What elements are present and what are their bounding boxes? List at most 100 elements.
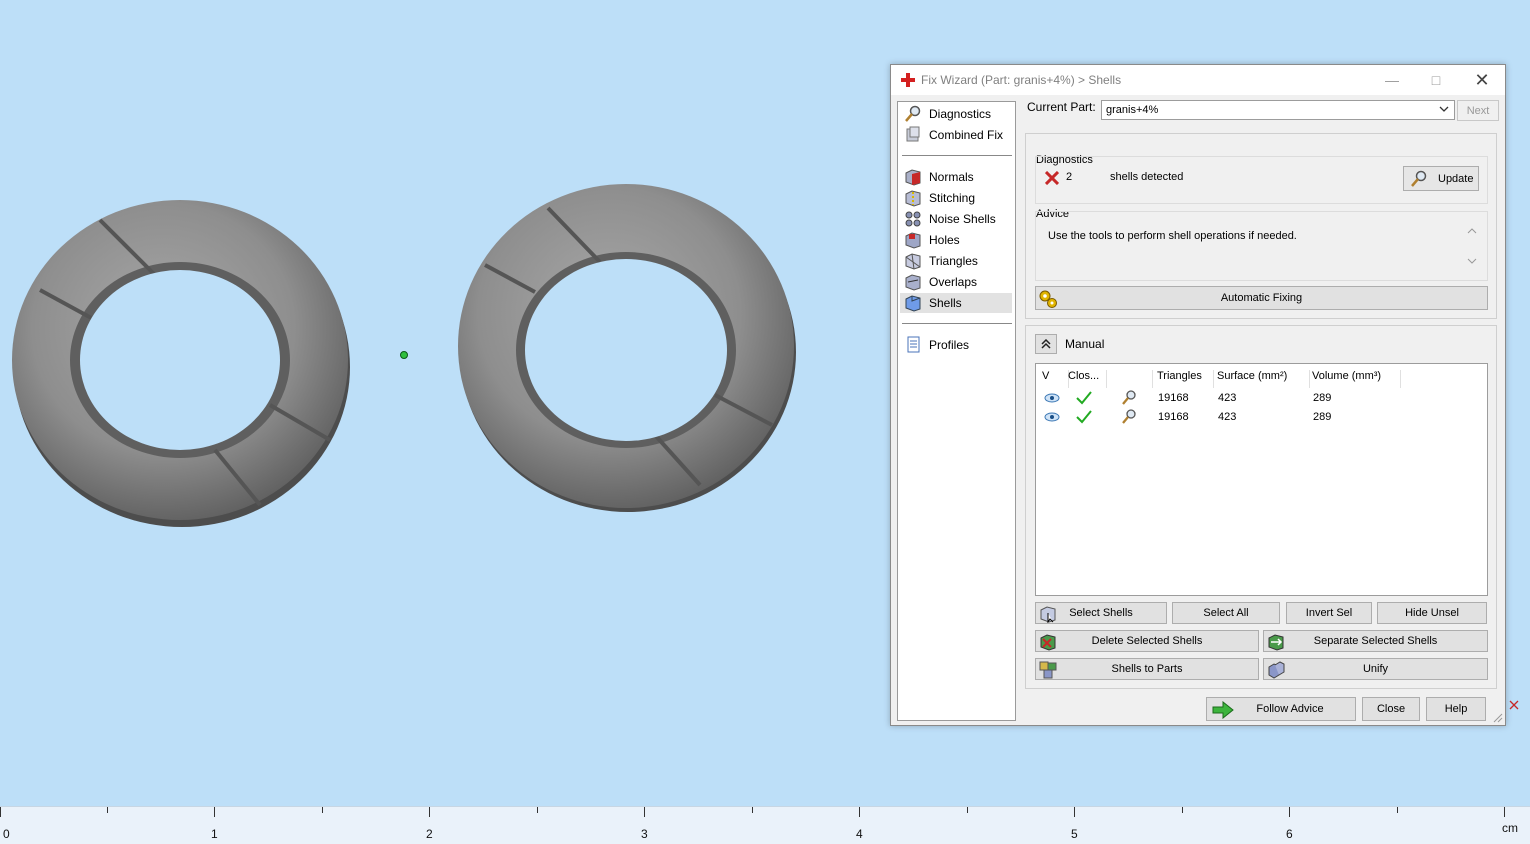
diagnostics-box: 2 shells detected Update — [1035, 156, 1488, 204]
manual-group: Manual V Clos... Triangles Surface (mm²)… — [1025, 325, 1497, 689]
nav-divider — [902, 155, 1012, 156]
ruler-unit: cm — [1502, 821, 1518, 835]
ruler-label-0: 0 — [3, 827, 10, 841]
eye-icon[interactable] — [1044, 392, 1060, 404]
current-part-select[interactable]: granis+4% — [1101, 100, 1455, 120]
next-button[interactable]: Next — [1457, 100, 1499, 121]
cell-triangles: 19168 — [1158, 392, 1189, 404]
nav-item-overlaps[interactable]: Overlaps — [900, 272, 1012, 292]
close-button[interactable]: Close — [1362, 697, 1420, 721]
update-button[interactable]: Update — [1403, 166, 1479, 191]
separate-selected-shells-button[interactable]: Separate Selected Shells — [1263, 630, 1488, 652]
shells-to-parts-label: Shells to Parts — [1111, 663, 1183, 675]
nav-label: Triangles — [929, 254, 978, 268]
unify-button[interactable]: Unify — [1263, 658, 1488, 680]
inspect-magnifier-icon[interactable] — [1121, 390, 1137, 406]
nav-item-shells[interactable]: Shells — [900, 293, 1012, 313]
shells-table: V Clos... Triangles Surface (mm²) Volume… — [1035, 363, 1488, 596]
error-x-icon — [1045, 171, 1059, 185]
minimize-button[interactable]: — — [1369, 65, 1415, 95]
nav-item-diagnostics[interactable]: Diagnostics — [900, 104, 1012, 124]
collapse-manual-button[interactable] — [1035, 334, 1057, 354]
cell-volume: 289 — [1313, 411, 1332, 423]
ruler-label-3: 3 — [641, 827, 648, 841]
window-title: Fix Wizard (Part: granis+4%) > Shells — [921, 73, 1122, 87]
shells-to-parts-button[interactable]: Shells to Parts — [1035, 658, 1259, 680]
delete-selected-shells-button[interactable]: Delete Selected Shells — [1035, 630, 1259, 652]
nav-item-triangles[interactable]: Triangles — [900, 251, 1012, 271]
nav-label: Stitching — [929, 191, 976, 205]
normals-icon — [905, 169, 921, 186]
cell-triangles: 19168 — [1158, 411, 1189, 423]
column-header-triangles[interactable]: Triangles — [1154, 370, 1214, 388]
select-shells-icon — [1040, 606, 1056, 623]
table-row[interactable]: 19168 423 289 — [1036, 389, 1487, 408]
wizard-nav: Diagnostics Combined Fix Normals Stitchi… — [897, 101, 1016, 721]
automatic-fixing-button[interactable]: Automatic Fixing — [1035, 286, 1488, 310]
resize-grip-icon[interactable] — [1493, 713, 1503, 723]
title-bar[interactable]: Fix Wizard (Part: granis+4%) > Shells — … — [891, 65, 1505, 95]
nav-item-noise-shells[interactable]: Noise Shells — [900, 209, 1012, 229]
separate-selected-shells-label: Separate Selected Shells — [1313, 635, 1438, 647]
inspect-magnifier-icon[interactable] — [1121, 409, 1137, 425]
nav-item-combined-fix[interactable]: Combined Fix — [900, 125, 1012, 145]
nav-item-holes[interactable]: Holes — [900, 230, 1012, 250]
checkmark-icon — [1076, 410, 1092, 424]
window-close-button[interactable]: ✕ — [1459, 65, 1505, 95]
nav-label: Combined Fix — [929, 128, 1004, 142]
hide-unselected-button[interactable]: Hide Unsel — [1377, 602, 1487, 624]
scroll-down-icon[interactable] — [1467, 256, 1477, 266]
overlaps-icon — [905, 274, 921, 291]
column-header-volume[interactable]: Volume (mm³) — [1309, 370, 1401, 388]
update-label: Update — [1438, 172, 1474, 185]
delete-selected-shells-label: Delete Selected Shells — [1091, 635, 1203, 647]
advice-box: Use the tools to perform shell operation… — [1035, 211, 1488, 281]
column-header-closed[interactable]: Clos... — [1065, 370, 1107, 388]
ring-model-left[interactable] — [12, 200, 350, 527]
ruler-label-5: 5 — [1071, 827, 1078, 841]
fix-wizard-dialog: Fix Wizard (Part: granis+4%) > Shells — … — [890, 64, 1506, 726]
table-row[interactable]: 19168 423 289 — [1036, 408, 1487, 427]
gears-icon — [1039, 290, 1057, 308]
shells-icon — [905, 295, 921, 312]
automatic-fixing-label: Automatic Fixing — [1220, 292, 1303, 304]
select-all-button[interactable]: Select All — [1172, 602, 1280, 624]
nav-divider — [902, 323, 1012, 324]
ruler: 0 1 2 3 4 5 6 cm — [0, 806, 1530, 844]
select-shells-button[interactable]: Select Shells — [1035, 602, 1167, 624]
ruler-label-6: 6 — [1286, 827, 1293, 841]
ruler-ticks — [0, 807, 1505, 817]
column-header-surface[interactable]: Surface (mm²) — [1214, 370, 1310, 388]
maximize-button[interactable]: □ — [1413, 65, 1459, 95]
column-header-inspect[interactable] — [1107, 370, 1153, 388]
help-button[interactable]: Help — [1426, 697, 1486, 721]
shells-to-parts-icon — [1039, 661, 1057, 679]
current-part-label: Current Part: — [1027, 100, 1096, 114]
unify-label: Unify — [1362, 663, 1389, 675]
invert-selection-button[interactable]: Invert Sel — [1286, 602, 1372, 624]
select-shells-label: Select Shells — [1069, 607, 1133, 619]
checkmark-icon — [1076, 391, 1092, 405]
scroll-up-icon[interactable] — [1467, 226, 1477, 236]
close-x-icon[interactable] — [1508, 699, 1520, 711]
nav-label: Diagnostics — [929, 107, 992, 121]
cell-surface: 423 — [1218, 392, 1237, 404]
nav-label: Profiles — [929, 338, 970, 352]
advice-text: Use the tools to perform shell operation… — [1048, 230, 1297, 242]
nav-item-stitching[interactable]: Stitching — [900, 188, 1012, 208]
diagnostics-group: Diagnostics 2 shells detected Update Adv… — [1025, 133, 1497, 319]
ring-model-right[interactable] — [458, 184, 796, 512]
follow-advice-label: Follow Advice — [1256, 703, 1324, 715]
magnifier-icon — [905, 105, 921, 122]
cell-volume: 289 — [1313, 392, 1332, 404]
double-chevron-up-icon — [1041, 339, 1051, 349]
eye-icon[interactable] — [1044, 411, 1060, 423]
ruler-label-1: 1 — [211, 827, 218, 841]
rotation-center-marker — [400, 351, 408, 359]
follow-advice-button[interactable]: Follow Advice — [1206, 697, 1356, 721]
nav-item-profiles[interactable]: Profiles — [900, 335, 1012, 355]
nav-item-normals[interactable]: Normals — [900, 167, 1012, 187]
nav-label: Overlaps — [929, 275, 978, 289]
red-cross-icon — [901, 73, 915, 87]
shells-count: 2 — [1066, 171, 1073, 183]
